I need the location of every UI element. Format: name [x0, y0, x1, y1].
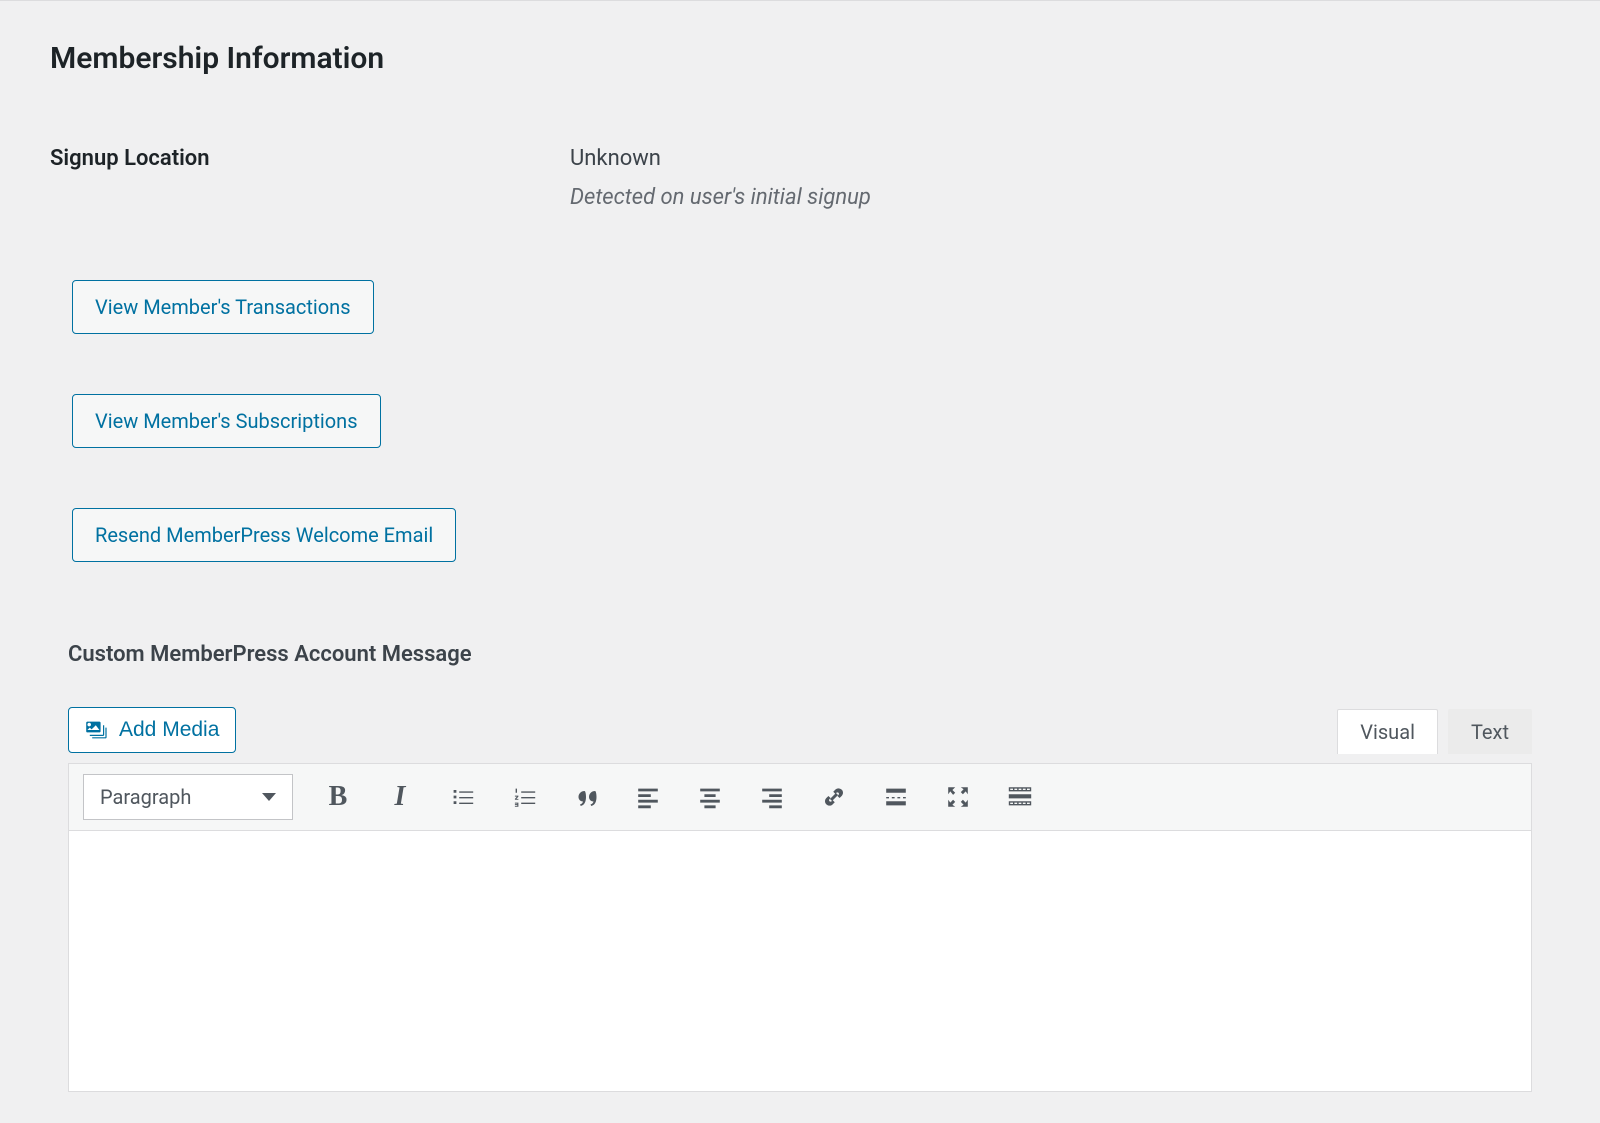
link-button[interactable]: [817, 780, 851, 814]
blockquote-button[interactable]: [569, 780, 603, 814]
editor-toolbar: Paragraph B I: [69, 764, 1531, 831]
align-center-button[interactable]: [693, 780, 727, 814]
signup-location-label: Signup Location: [50, 146, 570, 171]
add-media-button[interactable]: Add Media: [68, 707, 236, 753]
media-icon: [85, 718, 109, 742]
numbered-list-button[interactable]: [507, 780, 541, 814]
signup-location-value-wrap: Unknown Detected on user's initial signu…: [570, 146, 871, 210]
tab-text[interactable]: Text: [1448, 709, 1532, 754]
account-message-heading: Custom MemberPress Account Message: [68, 642, 1550, 667]
tab-visual[interactable]: Visual: [1337, 709, 1438, 754]
toolbar-toggle-button[interactable]: [1003, 780, 1037, 814]
resend-welcome-button[interactable]: Resend MemberPress Welcome Email: [72, 508, 456, 562]
bold-button[interactable]: B: [321, 780, 355, 814]
italic-button[interactable]: I: [383, 780, 417, 814]
signup-location-row: Signup Location Unknown Detected on user…: [50, 146, 1550, 210]
editor-tabs: Visual Text: [1337, 708, 1532, 753]
read-more-button[interactable]: [879, 780, 913, 814]
format-select[interactable]: Paragraph: [83, 774, 293, 820]
bullet-list-button[interactable]: [445, 780, 479, 814]
align-left-button[interactable]: [631, 780, 665, 814]
view-subscriptions-button[interactable]: View Member's Subscriptions: [72, 394, 381, 448]
fullscreen-button[interactable]: [941, 780, 975, 814]
section-title: Membership Information: [50, 41, 1550, 76]
view-transactions-button[interactable]: View Member's Transactions: [72, 280, 374, 334]
editor-content[interactable]: [69, 831, 1531, 1091]
align-right-button[interactable]: [755, 780, 789, 814]
add-media-label: Add Media: [119, 718, 219, 742]
format-select-label: Paragraph: [100, 785, 191, 809]
signup-location-description: Detected on user's initial signup: [570, 185, 871, 210]
signup-location-value: Unknown: [570, 146, 871, 171]
editor-toolbar-wrap: Paragraph B I: [68, 763, 1532, 1092]
